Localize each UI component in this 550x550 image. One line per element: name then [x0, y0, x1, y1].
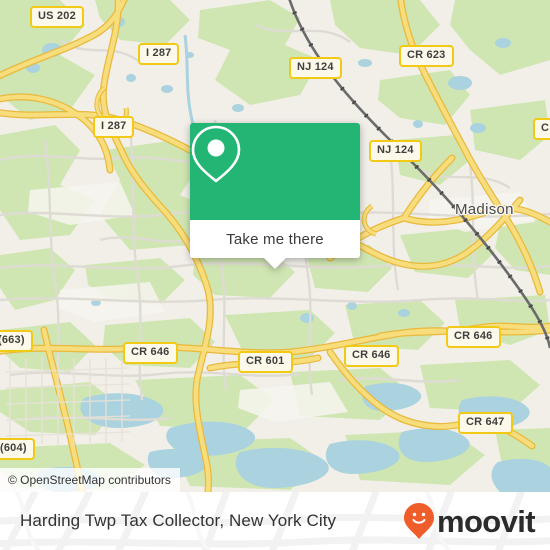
- road-shield-i-287-b[interactable]: I 287: [93, 116, 135, 138]
- road-shield-cr-623[interactable]: CR 623: [399, 45, 454, 67]
- map-screenshot: US 202 I 287 I 287 NJ 124 CR 623 NJ 124 …: [0, 0, 550, 550]
- page-title: Harding Twp Tax Collector, New York City: [20, 511, 337, 530]
- road-shield-nj-124-b[interactable]: NJ 124: [369, 140, 422, 162]
- footer-bar: Harding Twp Tax Collector, New York City…: [0, 492, 550, 550]
- road-shield-604[interactable]: (604): [0, 438, 35, 460]
- moovit-wordmark: moovit: [436, 503, 536, 539]
- road-shield-cr-646-b[interactable]: CR 646: [344, 345, 399, 367]
- road-shield-663[interactable]: (663): [0, 330, 33, 352]
- popup-header: [190, 123, 360, 220]
- road-shield-cr-646-c[interactable]: CR 646: [446, 326, 501, 348]
- road-shield-nj-124-a[interactable]: NJ 124: [289, 57, 342, 79]
- place-label-madison: Madison: [455, 201, 514, 218]
- moovit-logo[interactable]: moovit: [403, 492, 536, 550]
- location-pin-icon: [191, 125, 241, 183]
- road-shield-cr-646-a[interactable]: CR 646: [123, 342, 178, 364]
- road-shield-us-202[interactable]: US 202: [30, 6, 84, 28]
- popup-body[interactable]: Take me there: [190, 220, 360, 269]
- road-shield-i-287-a[interactable]: I 287: [138, 43, 180, 65]
- map-canvas[interactable]: US 202 I 287 I 287 NJ 124 CR 623 NJ 124 …: [0, 0, 550, 492]
- popup-tail-pointer: [264, 258, 286, 269]
- take-me-there-label: Take me there: [226, 230, 324, 248]
- osm-attribution[interactable]: © OpenStreetMap contributors: [0, 468, 180, 492]
- road-shield-cr-647[interactable]: CR 647: [458, 412, 513, 434]
- moovit-smiley-pin-icon: [403, 503, 434, 539]
- road-shield-cr-601[interactable]: CR 601: [238, 351, 293, 373]
- road-shield-c-clipped[interactable]: C: [533, 118, 550, 140]
- location-popup[interactable]: Take me there: [190, 123, 360, 269]
